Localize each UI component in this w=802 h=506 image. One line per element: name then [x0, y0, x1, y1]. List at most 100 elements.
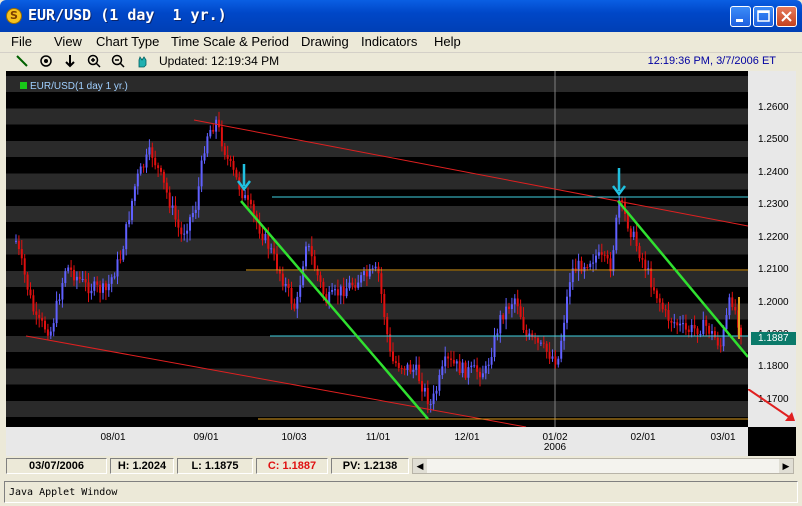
candle-body: [44, 320, 46, 330]
menu-drawing[interactable]: Drawing: [301, 34, 349, 49]
candle-body: [186, 230, 189, 234]
menu-chart-type[interactable]: Chart Type: [96, 34, 159, 49]
candle-body: [586, 266, 589, 268]
candle-body: [641, 258, 644, 260]
x-tick: 03/01: [710, 432, 736, 443]
status-bar: 03/07/2006 H: 1.2024 L: 1.1875 C: 1.1887…: [6, 456, 796, 476]
candle-body: [516, 298, 519, 307]
window-title: EUR/USD (1 day 1 yr.): [28, 6, 227, 24]
candle-body: [670, 320, 673, 323]
draw-line-icon[interactable]: [14, 53, 30, 69]
candle-body: [461, 362, 464, 374]
candle-body: [206, 136, 209, 154]
hand-icon[interactable]: [134, 53, 150, 69]
candle-body: [96, 281, 99, 285]
menu-indicators[interactable]: Indicators: [361, 34, 417, 49]
candle-body: [122, 249, 125, 260]
candle-body: [157, 165, 160, 168]
candle-body: [90, 290, 93, 294]
candle-body: [725, 315, 728, 330]
maximize-button[interactable]: [753, 6, 774, 27]
candle-body: [650, 268, 653, 288]
candle-body: [215, 119, 218, 132]
candle-body: [493, 335, 496, 358]
candle-body: [450, 358, 452, 360]
candle-body: [389, 334, 392, 352]
candle-body: [629, 228, 632, 238]
x-tick: 08/01: [100, 432, 126, 443]
minimize-button[interactable]: [730, 6, 751, 27]
candle-body: [322, 281, 325, 295]
candle-body: [41, 317, 44, 321]
candle-body: [23, 258, 26, 275]
candle-body: [331, 289, 334, 292]
candle-body: [563, 322, 566, 341]
scroll-left-icon[interactable]: ◀: [413, 459, 427, 473]
candle-body: [142, 166, 145, 168]
candle-body: [421, 381, 423, 392]
candle-body: [490, 357, 493, 365]
x-tick: 09/01: [193, 432, 219, 443]
y-tick: 1.2500: [758, 134, 789, 145]
candle-body: [728, 297, 731, 316]
y-tick: 1.2200: [758, 232, 789, 243]
candle-body: [212, 129, 215, 132]
candle-body: [84, 279, 87, 283]
candle-body: [113, 276, 116, 278]
chart-scrollbar[interactable]: ◀ ▶: [412, 458, 794, 474]
y-tick: 1.2300: [758, 199, 789, 210]
price-chart[interactable]: EUR/USD(1 day 1 yr.) 1.2600 1.2500 1.240…: [6, 71, 796, 456]
candle-body: [360, 275, 363, 283]
candle-body: [145, 154, 148, 168]
y-tick: 1.1800: [758, 361, 789, 372]
candle-body: [319, 275, 322, 282]
candle-body: [307, 246, 310, 248]
candle-body: [664, 309, 667, 311]
scroll-right-icon[interactable]: ▶: [779, 459, 793, 473]
candle-body: [81, 279, 84, 281]
close-button[interactable]: [776, 6, 797, 27]
candle-body: [653, 287, 655, 291]
minimize-icon: [736, 19, 743, 22]
candle-body: [293, 303, 296, 309]
candle-body: [476, 365, 479, 372]
menu-file[interactable]: File: [11, 34, 32, 49]
candle-body: [403, 368, 406, 371]
candle-body: [348, 282, 351, 289]
candle-body: [734, 306, 737, 311]
candle-body: [125, 224, 128, 250]
candle-body: [365, 271, 368, 277]
status-pv: PV: 1.2138: [331, 458, 409, 474]
menu-view[interactable]: View: [54, 34, 82, 49]
candle-body: [154, 157, 157, 166]
candle-body: [568, 282, 571, 297]
candle-body: [415, 364, 418, 370]
market-clock: 12:19:36 PM, 3/7/2006 ET: [647, 55, 776, 67]
candle-body: [487, 364, 490, 366]
candle-body: [684, 323, 687, 330]
target-icon[interactable]: [38, 53, 54, 69]
candle-body: [606, 254, 609, 259]
candle-body: [426, 387, 429, 405]
candle-body: [180, 227, 183, 235]
down-arrow-icon[interactable]: [62, 53, 78, 69]
zoom-out-icon[interactable]: [110, 53, 126, 69]
menu-help[interactable]: Help: [434, 34, 461, 49]
candle-body: [531, 333, 534, 338]
candle-body: [151, 147, 154, 158]
zoom-in-icon[interactable]: [86, 53, 102, 69]
candle-body: [336, 289, 339, 296]
grid-band: [6, 368, 748, 385]
candle-body: [104, 283, 107, 291]
candle-body: [261, 233, 264, 241]
candle-body: [702, 319, 705, 335]
candle-body: [557, 358, 560, 365]
candle-body: [342, 286, 345, 297]
candle-body: [481, 373, 484, 378]
candle-body: [29, 289, 32, 296]
y-tick: 1.2400: [758, 167, 789, 178]
menu-time-scale[interactable]: Time Scale & Period: [171, 34, 289, 49]
candle-body: [609, 258, 612, 272]
candle-body: [99, 284, 102, 293]
candle-body: [467, 367, 470, 378]
